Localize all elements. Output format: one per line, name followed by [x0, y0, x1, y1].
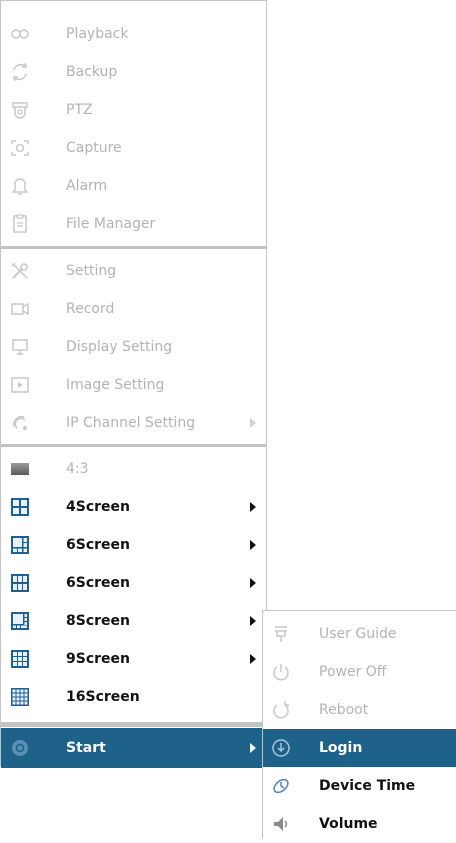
submenu-item-label: Reboot [319, 702, 369, 718]
submenu-item-label: User Guide [319, 626, 397, 642]
menu-item-backup[interactable]: Backup [1, 53, 266, 91]
menu-item-16screen[interactable]: 16Screen [1, 678, 266, 716]
submenu-item-label: Login [319, 740, 363, 756]
menu-item-image-setting[interactable]: Image Setting [1, 366, 266, 404]
playback-icon [10, 24, 30, 44]
menu-item-8screen[interactable]: 8Screen [1, 602, 266, 640]
menu-item-label: 9Screen [66, 651, 130, 667]
power-icon [271, 662, 291, 682]
submenu-arrow-icon [250, 616, 256, 626]
menu-item-label: Display Setting [66, 339, 173, 355]
submenu-item-user-guide[interactable]: User Guide [263, 615, 456, 653]
reboot-icon [271, 700, 291, 720]
menu-item-label: 4Screen [66, 499, 130, 515]
setting-tools-icon [10, 261, 30, 281]
submenu-item-label: Volume [319, 816, 378, 832]
menu-item-label: Setting [66, 263, 117, 279]
menu-item-label: Alarm [66, 178, 108, 194]
submenu-arrow-icon [250, 418, 256, 428]
16screen-grid-icon [10, 687, 30, 707]
menu-item-6screen[interactable]: 6Screen [1, 526, 266, 564]
image-setting-icon [10, 375, 30, 395]
submenu-item-volume[interactable]: Volume [263, 805, 456, 843]
menu-item-9screen[interactable]: 9Screen [1, 640, 266, 678]
submenu-item-label: Power Off [319, 664, 387, 680]
menu-item-4screen[interactable]: 4Screen [1, 488, 266, 526]
menu-item-label: 16Screen [66, 689, 140, 705]
submenu-arrow-icon [250, 502, 256, 512]
submenu-item-device-time[interactable]: Device Time [263, 767, 456, 805]
6screen-grid-icon [10, 535, 30, 555]
device-time-icon [271, 776, 291, 796]
menu-item-label: 4:3 [66, 461, 89, 477]
ptz-icon [10, 100, 30, 120]
menu-item-label: PTZ [66, 102, 93, 118]
aspect-ratio-icon [10, 459, 30, 479]
4screen-grid-icon [10, 497, 30, 517]
menu-item-alarm[interactable]: Alarm [1, 167, 266, 205]
menu-divider [1, 722, 266, 727]
alarm-bell-icon [10, 176, 30, 196]
menu-item-label: 8Screen [66, 613, 130, 629]
menu-item-label: Backup [66, 64, 118, 80]
capture-icon [10, 138, 30, 158]
menu-item-display-setting[interactable]: Display Setting [1, 328, 266, 366]
submenu-item-label: Device Time [319, 778, 416, 794]
menu-item-label: IP Channel Setting [66, 415, 196, 431]
menu-item-capture[interactable]: Capture [1, 129, 266, 167]
menu-item-file-manager[interactable]: File Manager [1, 205, 266, 243]
menu-item-label: File Manager [66, 216, 156, 232]
user-guide-icon [271, 624, 291, 644]
menu-item-record[interactable]: Record [1, 290, 266, 328]
menu-item-label: Start [66, 740, 106, 756]
9screen-grid-icon [10, 649, 30, 669]
record-camera-icon [10, 299, 30, 319]
menu-item-label: Capture [66, 140, 122, 156]
menu-item-label: Record [66, 301, 115, 317]
menu-item-label: Image Setting [66, 377, 165, 393]
menu-item-aspect-4-3[interactable]: 4:3 [1, 450, 266, 488]
backup-icon [10, 62, 30, 82]
menu-divider [1, 246, 266, 249]
start-submenu: User Guide Power Off Reboot Login Device… [262, 610, 456, 839]
submenu-arrow-icon [250, 540, 256, 550]
menu-item-playback[interactable]: Playback [1, 15, 266, 53]
menu-divider [1, 444, 266, 447]
submenu-arrow-icon [250, 654, 256, 664]
6screen-grid-alt-icon [10, 573, 30, 593]
menu-item-label: Playback [66, 26, 129, 42]
submenu-item-login[interactable]: Login [263, 729, 456, 767]
8screen-grid-icon [10, 611, 30, 631]
start-circle-icon [10, 738, 30, 758]
menu-item-setting[interactable]: Setting [1, 252, 266, 290]
menu-item-label: 6Screen [66, 537, 130, 553]
ip-channel-icon [10, 413, 30, 433]
menu-item-start[interactable]: Start [1, 728, 266, 768]
menu-item-ip-channel-setting[interactable]: IP Channel Setting [1, 404, 266, 442]
file-manager-icon [10, 214, 30, 234]
submenu-item-power-off[interactable]: Power Off [263, 653, 456, 691]
menu-item-ptz[interactable]: PTZ [1, 91, 266, 129]
login-icon [271, 738, 291, 758]
menu-item-label: 6Screen [66, 575, 130, 591]
submenu-item-reboot[interactable]: Reboot [263, 691, 456, 729]
main-menu: Playback Backup PTZ Capture Alarm File M… [0, 0, 267, 768]
volume-icon [271, 814, 291, 834]
display-icon [10, 337, 30, 357]
menu-item-6screen-alt[interactable]: 6Screen [1, 564, 266, 602]
submenu-arrow-icon [250, 743, 256, 753]
submenu-arrow-icon [250, 578, 256, 588]
